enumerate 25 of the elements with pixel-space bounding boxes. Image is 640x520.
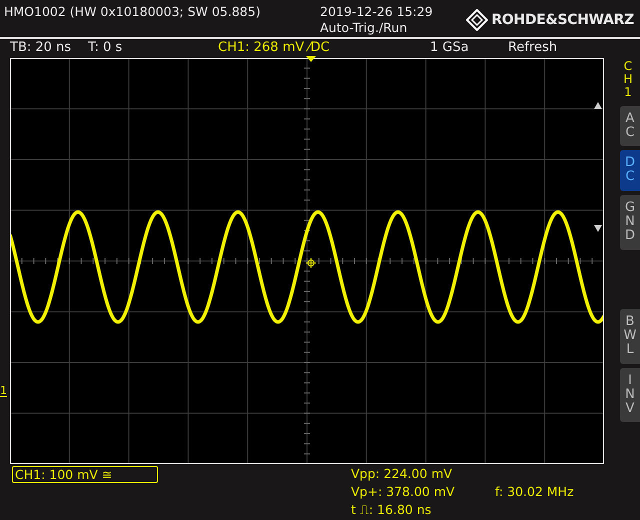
acquisition-mode: Refresh [508,40,558,55]
trigger-time: T: 0 s [88,40,122,55]
trigger-mode: Auto-Trig./Run [320,20,408,36]
coupling-button[interactable]: DC [620,150,640,191]
device-info: HMO1002 (HW 0x10180003; SW 05.885) [4,4,262,19]
channel-setting: CH1: 268 mV ⁄DC [218,40,330,55]
measurement-reading: Vp+: 378.00 mV [351,484,456,501]
measurement-reading: t ⎍: 16.80 ns [351,502,432,519]
diamond-logo-icon [466,9,488,31]
channel-label: CH1 [622,60,634,100]
measurement-reading: f: 30.02 MHz [495,484,575,501]
crosshair-icon [306,258,316,268]
timebase: TB: 20 ns [10,40,72,55]
brand-name: ROHDE&SCHWARZ [491,12,634,28]
down-arrow-icon [594,225,602,232]
coupling-button[interactable]: AC [620,106,640,146]
channel-scale: CH1: 100 mV ≅ [12,466,158,483]
coupling-button[interactable]: BWL [620,308,640,364]
coupling-button[interactable]: INV [620,368,640,422]
measurement-reading: Vpp: 224.00 mV [351,466,454,483]
up-arrow-icon [594,102,602,109]
trigger-position-icon [306,56,316,62]
date-time: 2019-12-26 15:29 [320,4,434,20]
coupling-button[interactable]: GND [620,194,640,250]
sample-rate: 1 GSa [430,40,469,55]
